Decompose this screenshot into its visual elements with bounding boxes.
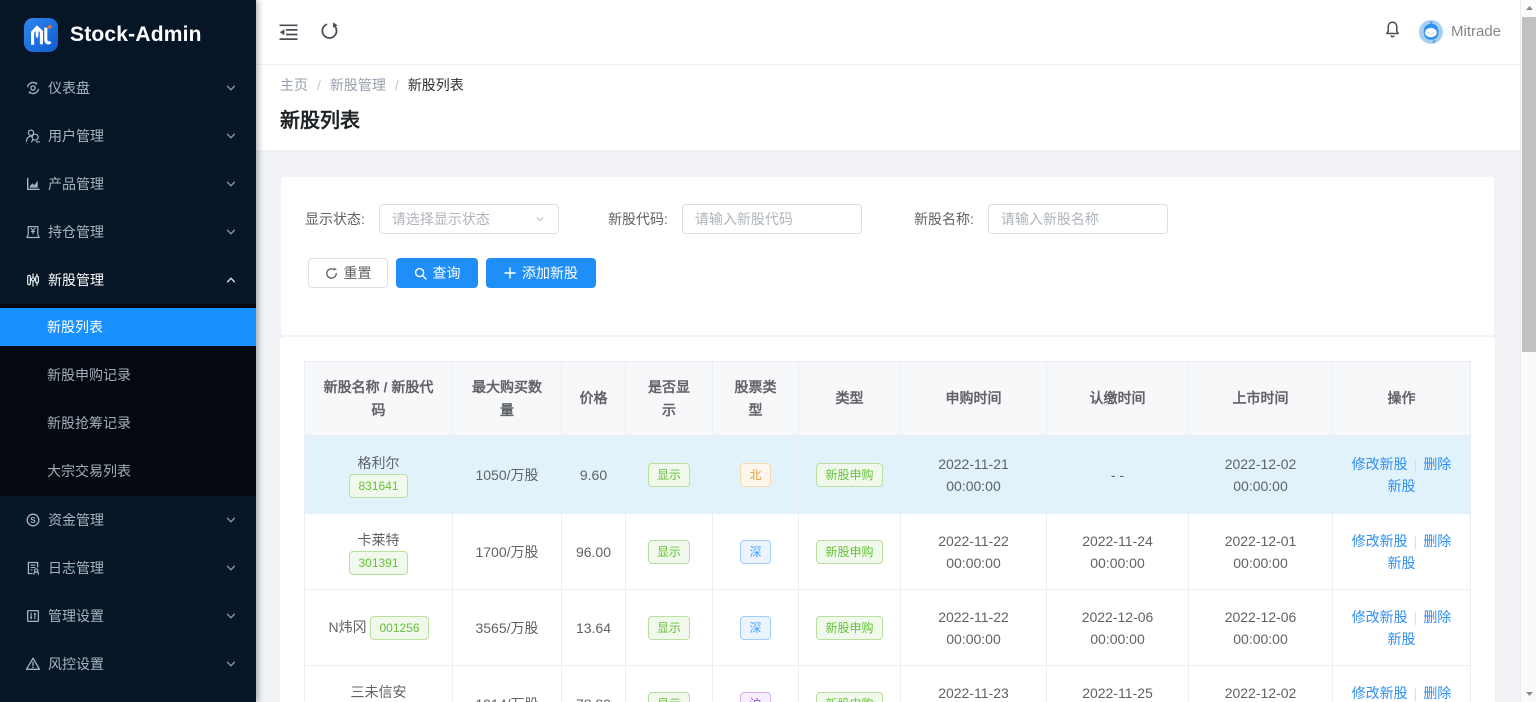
svg-text:S: S	[30, 516, 36, 525]
